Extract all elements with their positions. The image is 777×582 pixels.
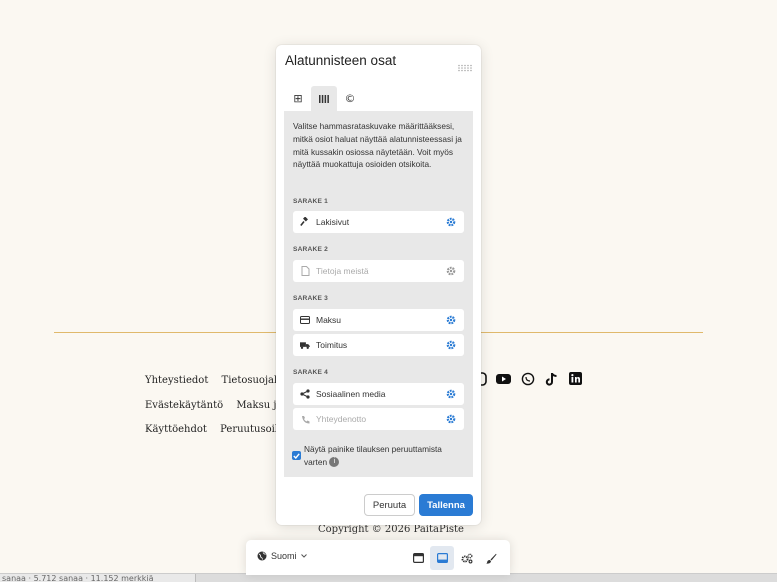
column-item-label: Yhteydenotto [316, 414, 367, 424]
withdrawal-button-option: Näytä painike tilauksen peruuttamista va… [292, 443, 464, 468]
column-item-label: Tietoja meistä [316, 266, 369, 276]
header-layout-button[interactable] [406, 546, 430, 570]
cancel-button[interactable]: Peruuta [364, 494, 415, 516]
document-icon [300, 266, 310, 276]
status-text: sanaa · 5.712 sanaa · 11.152 merkkiä [2, 573, 154, 582]
column-2-label: SARAKE 2 [293, 246, 328, 253]
footer-link-cookies[interactable]: Evästekäytäntö [145, 400, 223, 411]
tab-layout[interactable]: ⊞ [285, 86, 311, 111]
header-layout-icon [412, 553, 424, 563]
truck-icon [300, 340, 310, 350]
column-item-social[interactable]: Sosiaalinen media [293, 383, 464, 405]
tab-columns[interactable] [311, 86, 337, 111]
settings-button[interactable] [455, 546, 479, 570]
column-1-label: SARAKE 1 [293, 198, 328, 205]
gear-icon[interactable] [446, 315, 456, 325]
footer-link-terms[interactable]: Käyttöehdot [145, 424, 207, 435]
column-item-payment[interactable]: Maksu [293, 309, 464, 331]
brush-icon [485, 553, 496, 564]
panel-intro-text: Valitse hammasrataskuvake määrittääksesi… [293, 121, 462, 170]
tab-copyright[interactable]: © [337, 86, 363, 111]
footer-link-contact[interactable]: Yhteystiedot [145, 375, 208, 386]
gear-icon[interactable] [446, 340, 456, 350]
dialog-tabs: ⊞ © [285, 86, 363, 111]
youtube-icon[interactable] [496, 371, 511, 386]
layout-grid-icon: ⊞ [293, 92, 303, 105]
gavel-icon [300, 217, 310, 227]
share-icon [300, 389, 310, 399]
gear-icon[interactable] [446, 217, 456, 227]
withdrawal-button-checkbox[interactable] [292, 451, 301, 460]
copyright-icon: © [344, 92, 356, 105]
dialog-title: Alatunnisteen osat [285, 53, 397, 68]
style-button[interactable] [479, 546, 503, 570]
column-item-shipping[interactable]: Toimitus [293, 334, 464, 356]
withdrawal-button-label: Näytä painike tilauksen peruuttamista va… [304, 443, 464, 468]
editor-toolbar: Suomi [246, 540, 510, 575]
column-item-label: Maksu [316, 315, 342, 325]
footer-layout-button[interactable] [430, 546, 454, 570]
gear-icon[interactable] [446, 414, 456, 424]
drag-handle-icon[interactable] [458, 57, 472, 72]
whatsapp-icon[interactable] [520, 371, 535, 386]
info-icon[interactable]: i [329, 457, 340, 468]
social-icons [472, 371, 583, 386]
checkbox-label-text: Näytä painike tilauksen peruuttamista va… [304, 444, 442, 467]
column-item-about[interactable]: Tietoja meistä [293, 260, 464, 282]
copyright-text: Copyright © 2026 PaitaPiste [318, 524, 464, 535]
phone-icon [300, 414, 310, 424]
globe-icon [257, 551, 267, 561]
column-3-label: SARAKE 3 [293, 295, 328, 302]
column-item-legal[interactable]: Lakisivut [293, 211, 464, 233]
save-button[interactable]: Tallenna [419, 494, 473, 516]
footer-layout-icon [436, 553, 448, 563]
column-item-label: Lakisivut [316, 217, 350, 227]
column-4-label: SARAKE 4 [293, 369, 328, 376]
gear-icon[interactable] [446, 266, 456, 276]
linkedin-icon[interactable] [568, 371, 583, 386]
columns-icon [319, 94, 329, 103]
gear-icon[interactable] [446, 389, 456, 399]
credit-card-icon [300, 315, 310, 325]
chevron-down-icon [300, 554, 307, 558]
column-item-contact[interactable]: Yhteydenotto [293, 408, 464, 430]
column-item-label: Toimitus [316, 340, 348, 350]
language-label: Suomi [271, 551, 297, 561]
column-item-label: Sosiaalinen media [316, 389, 386, 399]
language-selector[interactable]: Suomi [257, 551, 307, 561]
settings-icon [461, 553, 473, 563]
tiktok-icon[interactable] [544, 371, 559, 386]
